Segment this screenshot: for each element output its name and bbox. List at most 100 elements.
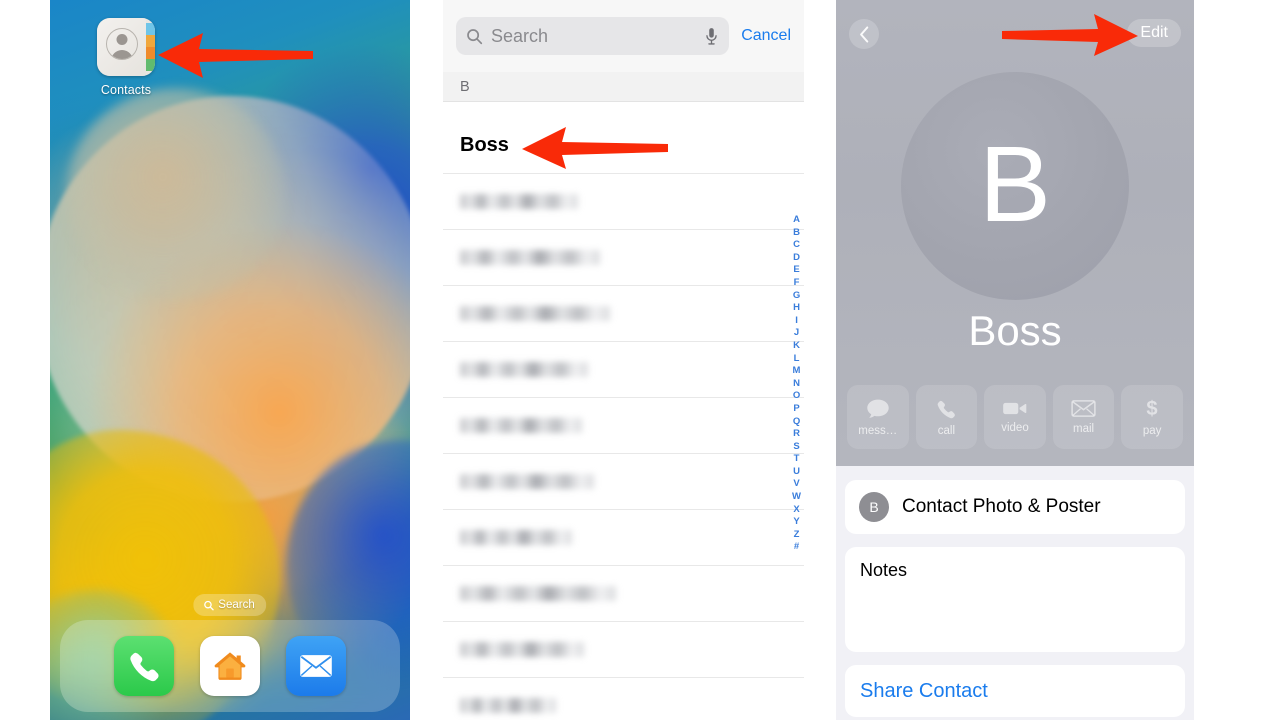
phone-icon [130, 652, 159, 682]
boss-contact-row[interactable]: Boss [443, 118, 804, 174]
table-row[interactable] [443, 566, 804, 622]
action-label: mail [1073, 423, 1095, 435]
contacts-icon-card [97, 18, 146, 76]
detail-cards: B Contact Photo & Poster Notes Share Con… [836, 466, 1194, 720]
call-button[interactable]: call [915, 385, 978, 449]
contacts-list[interactable]: Boss [443, 118, 804, 720]
alpha-index-item[interactable]: V [793, 478, 799, 491]
share-contact-label: Share Contact [860, 679, 988, 702]
alpha-index-item[interactable]: X [793, 504, 799, 517]
message-button[interactable]: mess… [847, 385, 909, 449]
pay-button[interactable]: $ pay [1121, 385, 1183, 449]
table-row[interactable] [443, 678, 804, 720]
search-icon [204, 600, 214, 610]
dollar-sign-icon: $ [1147, 398, 1158, 420]
edit-button[interactable]: Edit [1127, 19, 1181, 47]
message-bubble-icon [867, 399, 889, 418]
notes-label: Notes [860, 560, 908, 580]
dock-mail-icon[interactable] [286, 636, 346, 696]
contacts-app-shortcut[interactable]: Contacts [76, 18, 176, 97]
table-row[interactable] [443, 174, 804, 230]
phone-icon [938, 400, 956, 418]
table-row[interactable] [443, 342, 804, 398]
alpha-index-item[interactable]: D [793, 252, 800, 265]
action-label: mess… [858, 424, 898, 437]
mail-button[interactable]: mail [1052, 385, 1115, 449]
alpha-index-item[interactable]: G [793, 290, 800, 303]
contacts-app-label: Contacts [100, 83, 152, 97]
contacts-app-icon[interactable] [97, 18, 155, 76]
photo-poster-label: Contact Photo & Poster [902, 496, 1101, 517]
envelope-icon [300, 655, 332, 677]
alpha-index-item[interactable]: J [794, 327, 799, 340]
alpha-index-item[interactable]: E [793, 264, 799, 277]
contact-hero: Edit B Boss mess… call video mail $ pay [836, 0, 1194, 466]
redacted-contact-name [460, 362, 588, 377]
alpha-index-item[interactable]: W [792, 491, 801, 504]
video-button[interactable]: video [984, 385, 1046, 449]
tab-green [146, 59, 155, 71]
alphabet-index[interactable]: A B C D E F G H I J K L M N O P Q R S T … [792, 214, 801, 554]
chevron-left-icon [859, 25, 868, 43]
alpha-index-item[interactable]: # [794, 541, 799, 554]
person-body [111, 50, 133, 59]
alpha-index-item[interactable]: R [793, 428, 800, 441]
redacted-contact-name [460, 474, 594, 489]
alpha-index-item[interactable]: A [793, 214, 800, 227]
contact-name: Boss [460, 134, 509, 156]
table-row[interactable] [443, 454, 804, 510]
cancel-button[interactable]: Cancel [741, 27, 791, 45]
alpha-index-item[interactable]: B [793, 227, 800, 240]
redacted-contact-name [460, 530, 572, 545]
alpha-index-item[interactable]: U [793, 466, 800, 479]
table-row[interactable] [443, 510, 804, 566]
redacted-contact-name [460, 306, 610, 321]
person-icon [106, 28, 138, 60]
microphone-icon[interactable] [704, 27, 719, 46]
alpha-index-item[interactable]: N [793, 378, 800, 391]
alpha-index-item[interactable]: T [794, 453, 800, 466]
search-input[interactable]: Search [456, 17, 730, 55]
alpha-index-item[interactable]: Q [793, 416, 800, 429]
alpha-index-item[interactable]: Y [793, 516, 799, 529]
home-screen-panel: Contacts Search [50, 0, 410, 720]
alpha-index-item[interactable]: F [794, 277, 800, 290]
alpha-index-item[interactable]: P [793, 403, 799, 416]
table-row[interactable] [443, 622, 804, 678]
redacted-contact-name [460, 250, 600, 265]
home-search-pill[interactable]: Search [193, 594, 267, 616]
redacted-contact-name [460, 586, 616, 601]
wallpaper-blob-top [66, 88, 286, 300]
alpha-index-item[interactable]: C [793, 239, 800, 252]
envelope-icon [1071, 400, 1096, 417]
back-button[interactable] [849, 19, 879, 49]
notes-card[interactable]: Notes [845, 547, 1185, 652]
section-header-b: B [443, 72, 804, 102]
alpha-index-item[interactable]: I [795, 315, 798, 328]
redacted-contact-name [460, 418, 582, 433]
alpha-index-item[interactable]: Z [794, 529, 800, 542]
alpha-index-item[interactable]: K [793, 340, 800, 353]
dock-home-icon[interactable] [200, 636, 260, 696]
dock-phone-icon[interactable] [114, 636, 174, 696]
redacted-contact-name [460, 194, 578, 209]
alpha-index-item[interactable]: L [794, 353, 800, 366]
alpha-index-item[interactable]: O [793, 390, 800, 403]
share-contact-row[interactable]: Share Contact [845, 665, 1185, 717]
page-title: Boss [968, 307, 1062, 354]
search-header: Search Cancel [443, 0, 804, 72]
alpha-index-item[interactable]: H [793, 302, 800, 315]
table-row[interactable] [443, 230, 804, 286]
action-label: call [937, 424, 956, 437]
action-label: video [1001, 422, 1029, 434]
alpha-index-item[interactable]: M [793, 365, 801, 378]
table-row[interactable] [443, 398, 804, 454]
tab-orange [146, 47, 155, 59]
search-icon [467, 28, 483, 44]
avatar: B [859, 492, 889, 522]
search-placeholder: Search [491, 25, 549, 46]
alpha-index-item[interactable]: S [793, 441, 799, 454]
tab-blue [146, 23, 155, 35]
contact-photo-poster-row[interactable]: B Contact Photo & Poster [845, 480, 1185, 534]
table-row[interactable] [443, 286, 804, 342]
